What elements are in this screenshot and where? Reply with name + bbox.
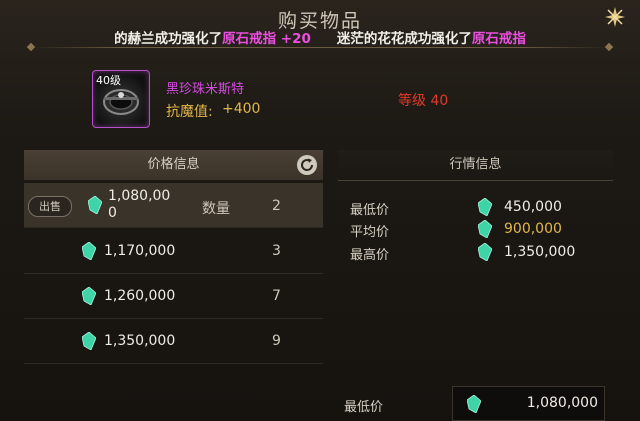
listing-quantity: 9 <box>272 333 281 349</box>
price-panel-header: 价格信息 <box>24 150 323 180</box>
bottom-lowest-label: 最低价 <box>344 400 384 415</box>
ring-icon <box>103 89 139 115</box>
listing-price: 1,260,000 <box>104 288 176 304</box>
lowest-price-field[interactable]: 1,080,000 <box>452 386 605 421</box>
listing-price-line1: 1,080,00 <box>108 188 171 204</box>
listing-quantity: 3 <box>272 243 281 259</box>
listing-quantity: 2 <box>272 198 281 214</box>
listing-price-line2: 0 <box>108 205 117 221</box>
listing-row[interactable]: 1,260,000 7 <box>24 274 323 319</box>
gem-icon <box>467 395 481 413</box>
refresh-icon[interactable] <box>297 155 317 175</box>
price-panel: 价格信息 出售 1,080,00 0 数量 2 1,170,000 3 1,26… <box>24 150 323 375</box>
listing-row[interactable]: 1,350,000 9 <box>24 319 323 364</box>
gem-icon <box>478 243 492 261</box>
header-divider <box>32 47 608 48</box>
gem-icon <box>478 220 492 238</box>
gem-icon <box>88 196 102 214</box>
item-stat-value: +400 <box>222 101 261 117</box>
purchase-window: 购买物品 的赫兰成功强化了原石戒指 +20 迷茫的花花成功强化了原石戒指 40级… <box>0 0 640 421</box>
lowest-price-value: 1,080,000 <box>526 395 598 411</box>
item-name: 黑珍珠米斯特 <box>166 82 245 97</box>
quantity-label: 数量 <box>202 201 230 217</box>
gem-icon <box>82 332 96 350</box>
item-level-badge: 40级 <box>96 74 121 87</box>
listing-quantity: 7 <box>272 288 281 304</box>
item-stat-label: 抗魔值: <box>166 104 213 120</box>
market-lowest-value: 450,000 <box>504 199 562 215</box>
sell-button[interactable]: 出售 <box>28 196 72 217</box>
market-panel: 行情信息 最低价 450,000 平均价 900,000 最高价 1,350,0… <box>338 150 613 382</box>
market-average-label: 平均价 <box>350 225 390 240</box>
price-panel-title: 价格信息 <box>147 157 200 172</box>
market-average-value: 900,000 <box>504 221 562 237</box>
market-lowest-label: 最低价 <box>350 203 390 218</box>
listing-row[interactable]: 1,170,000 3 <box>24 229 323 274</box>
market-highest-label: 最高价 <box>350 248 390 263</box>
close-star-icon[interactable] <box>604 6 626 28</box>
market-highest-value: 1,350,000 <box>504 244 576 260</box>
listing-row[interactable]: 出售 1,080,00 0 数量 2 <box>24 183 323 228</box>
gem-icon <box>82 242 96 260</box>
required-level: 等级 40 <box>398 93 449 109</box>
market-panel-header: 行情信息 <box>338 150 613 181</box>
listing-price: 1,350,000 <box>104 333 176 349</box>
item-slot[interactable]: 40级 <box>92 70 150 128</box>
gem-icon <box>82 287 96 305</box>
gem-icon <box>478 198 492 216</box>
listing-price: 1,170,000 <box>104 243 176 259</box>
